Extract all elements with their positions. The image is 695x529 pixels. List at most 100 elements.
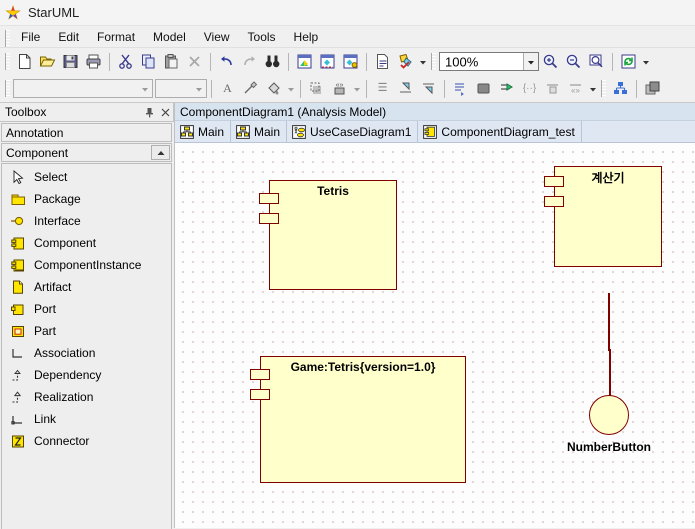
toolbox-item-package[interactable]: Package	[2, 188, 171, 210]
stereotype-icon[interactable]: «»	[328, 78, 351, 100]
menu-file[interactable]: File	[12, 28, 49, 46]
redo-arrow-icon[interactable]	[238, 51, 261, 73]
format-toolbar: A «» ☰ {··} «»	[0, 75, 695, 103]
copy-icon[interactable]	[137, 51, 160, 73]
toolbox-item-port[interactable]: Port	[2, 298, 171, 320]
cut-scissors-icon[interactable]	[114, 51, 137, 73]
zoom-in-icon[interactable]	[539, 51, 562, 73]
toolbar-gripper-3[interactable]	[601, 80, 606, 97]
line-color-icon[interactable]	[239, 78, 262, 100]
tab-main-1[interactable]: Main	[175, 121, 232, 142]
menu-model[interactable]: Model	[144, 28, 195, 46]
fill-color-icon[interactable]	[262, 78, 285, 100]
toolbox-item-artifact[interactable]: Artifact	[2, 276, 171, 298]
menu-tools[interactable]: Tools	[239, 28, 285, 46]
suppress-icon[interactable]	[541, 78, 564, 100]
toolbar-overflow-chevron-down-icon[interactable]	[417, 51, 428, 73]
delete-x-icon[interactable]	[183, 51, 206, 73]
chevron-down-icon[interactable]	[523, 53, 538, 70]
diagram-blue-icon[interactable]	[316, 51, 339, 73]
toolbar-gripper-zoom[interactable]	[431, 53, 436, 70]
tab-usecasediagram1[interactable]: UseCaseDiagram1	[287, 121, 419, 142]
toolbox-group-annotation[interactable]: Annotation	[1, 123, 172, 142]
toolbox-header: Toolbox	[0, 103, 174, 122]
send-backward-icon[interactable]	[449, 78, 472, 100]
toolbox-item-label: Realization	[34, 390, 94, 404]
undo-arrow-icon[interactable]	[215, 51, 238, 73]
toolbox-item-select[interactable]: Select	[2, 166, 171, 188]
toolbox-item-label: Part	[34, 324, 57, 338]
toolbox-item-connector[interactable]: Connector	[2, 430, 171, 452]
find-binoculars-icon[interactable]	[261, 51, 284, 73]
bring-forward-icon[interactable]	[472, 78, 495, 100]
align-left-icon[interactable]: ☰	[371, 78, 394, 100]
edge-calc-to-numberbutton-lower[interactable]	[609, 349, 611, 401]
toolbox-item-realization[interactable]: Realization	[2, 386, 171, 408]
shadow-icon[interactable]	[305, 78, 328, 100]
node-number-button-circle[interactable]	[589, 395, 629, 435]
close-icon[interactable]	[157, 104, 173, 120]
toolbox-item-association[interactable]: Association	[2, 342, 171, 364]
diagram-title-bar: ComponentDiagram1 (Analysis Model)	[175, 103, 695, 121]
toolbox-item-componentinstance[interactable]: ComponentInstance	[2, 254, 171, 276]
toolbar-gripper-2[interactable]	[5, 80, 10, 97]
show-properties-icon[interactable]: «»	[564, 78, 587, 100]
align-top-icon[interactable]	[417, 78, 440, 100]
menu-edit[interactable]: Edit	[49, 28, 88, 46]
diagram-green-icon[interactable]	[293, 51, 316, 73]
toolbar-separator	[636, 79, 637, 98]
save-disk-icon[interactable]	[59, 51, 82, 73]
diagram-canvas[interactable]: Tetris 계산기 Game:Tetris{version=1.0} Numb…	[175, 143, 695, 528]
chevron-down-icon[interactable]	[137, 80, 152, 97]
edge-calc-to-numberbutton[interactable]	[608, 293, 610, 351]
toolbox-item-label: Association	[34, 346, 96, 360]
toolbox-item-link[interactable]: Link	[2, 408, 171, 430]
cursor-arrow-icon	[9, 169, 27, 185]
align-right-icon[interactable]	[394, 78, 417, 100]
font-family-combo[interactable]	[13, 79, 153, 98]
check-paint-icon[interactable]	[394, 51, 417, 73]
class-diagram-icon	[235, 124, 250, 139]
node-game-tetris-port-bottom[interactable]	[250, 389, 270, 400]
new-file-icon[interactable]	[13, 51, 36, 73]
node-tetris-port-bottom[interactable]	[259, 213, 279, 224]
font-color-icon[interactable]: A	[216, 78, 239, 100]
fill-chevron-down-icon[interactable]	[285, 78, 296, 100]
zoom-level-combo[interactable]: 100%	[439, 52, 539, 71]
font-size-combo[interactable]	[155, 79, 207, 98]
port-icon	[9, 301, 27, 317]
layout-icon[interactable]	[609, 78, 632, 100]
zoom-fit-icon[interactable]	[585, 51, 608, 73]
chevron-up-icon[interactable]	[151, 145, 170, 160]
menu-view[interactable]: View	[195, 28, 239, 46]
tab-componentdiagram-test[interactable]: ComponentDiagram_test	[418, 121, 582, 142]
node-calculator-port-bottom[interactable]	[544, 196, 564, 207]
open-folder-icon[interactable]	[36, 51, 59, 73]
toolbox-item-part[interactable]: Part	[2, 320, 171, 342]
menubar-gripper[interactable]	[5, 30, 10, 47]
ungroup-icon[interactable]: {··}	[518, 78, 541, 100]
node-game-tetris-body[interactable]	[260, 356, 466, 483]
group-icon[interactable]	[495, 78, 518, 100]
chevron-down-icon[interactable]	[191, 80, 206, 97]
toolbox-item-component[interactable]: Component	[2, 232, 171, 254]
document-text-icon[interactable]	[371, 51, 394, 73]
refresh-chevron-down-icon[interactable]	[640, 51, 651, 73]
pin-icon[interactable]	[141, 104, 157, 120]
stereotype-chevron-down-icon[interactable]	[351, 78, 362, 100]
format-overflow-chevron-down-icon[interactable]	[587, 78, 598, 100]
menu-help[interactable]: Help	[285, 28, 328, 46]
diagram-lock-icon[interactable]	[339, 51, 362, 73]
tab-main-2[interactable]: Main	[231, 121, 288, 142]
toolbox-item-dependency[interactable]: Dependency	[2, 364, 171, 386]
toolbox-group-component[interactable]: Component	[1, 143, 172, 162]
toolbox-item-interface[interactable]: Interface	[2, 210, 171, 232]
zoom-out-icon[interactable]	[562, 51, 585, 73]
overlay-icon[interactable]	[641, 78, 664, 100]
dependency-arrow-icon	[9, 367, 27, 383]
paste-icon[interactable]	[160, 51, 183, 73]
refresh-icon[interactable]	[617, 51, 640, 73]
menu-format[interactable]: Format	[88, 28, 144, 46]
print-icon[interactable]	[82, 51, 105, 73]
toolbar-gripper-1[interactable]	[5, 53, 10, 70]
